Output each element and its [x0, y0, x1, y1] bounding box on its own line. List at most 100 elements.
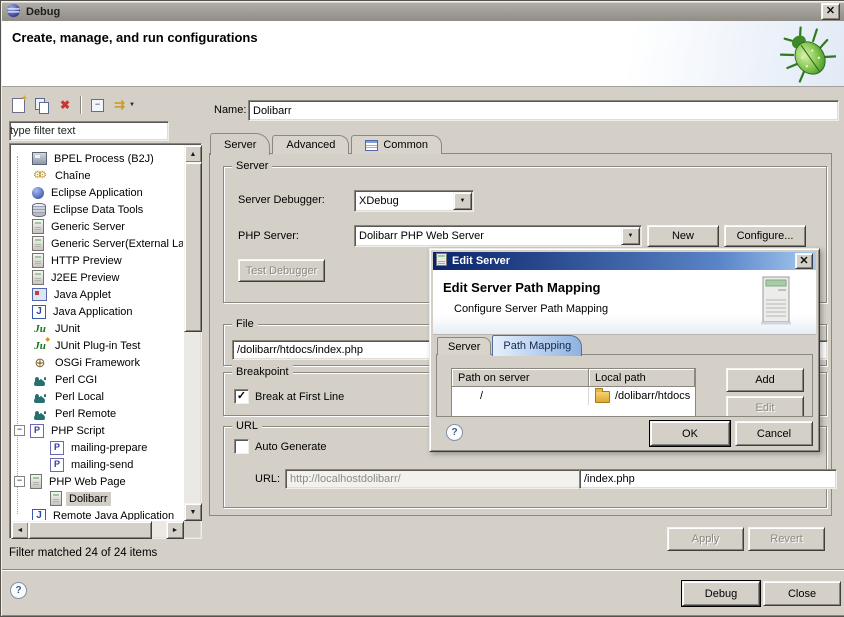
php-server-label: PHP Server:	[238, 230, 299, 242]
tab-label: Advanced	[286, 139, 335, 151]
add-mapping-button[interactable]: Add	[726, 368, 804, 392]
horizontal-scroll-thumb[interactable]	[28, 521, 152, 539]
name-input[interactable]: Dolibarr	[248, 100, 839, 121]
revert-button[interactable]: Revert	[748, 527, 825, 551]
dropdown-button[interactable]: ▼	[621, 227, 640, 245]
dialog-help-button[interactable]: ?	[446, 424, 463, 441]
dialog-titlebar[interactable]: Edit Server ✕	[433, 252, 816, 270]
dialog-tab-server[interactable]: Server	[437, 337, 491, 355]
vertical-scroll-thumb[interactable]	[184, 162, 202, 332]
collapse-all-button[interactable]: −	[88, 94, 107, 116]
tree-item-label: Dolibarr	[66, 492, 111, 506]
name-value: Dolibarr	[253, 105, 292, 117]
close-icon: ✕	[799, 255, 808, 268]
tree-item-label: BPEL Process (B2J)	[51, 152, 157, 166]
tree-item-php-web-page[interactable]: − PHP Web Page	[11, 473, 183, 490]
tree-item-generic-server[interactable]: Generic Server	[11, 218, 183, 235]
edit-mapping-button[interactable]: Edit	[726, 396, 804, 417]
auto-generate-row: Auto Generate	[234, 439, 327, 454]
tree-item-mailing-prepare[interactable]: mailing-prepare	[11, 439, 183, 456]
close-button[interactable]: Close	[763, 581, 841, 606]
column-local-path[interactable]: Local path	[589, 369, 695, 387]
dropdown-button[interactable]: ▼	[453, 192, 472, 210]
osgi-icon	[32, 356, 48, 370]
ok-button[interactable]: OK	[650, 421, 730, 446]
url-base-input[interactable]: http://localhostdolibarr/	[285, 469, 583, 489]
tree-item-eclipse-application[interactable]: Eclipse Application	[11, 184, 183, 201]
tree-horizontal-scrollbar[interactable]: ◄ ►	[11, 521, 184, 537]
dialog-tab-content: Path on server Local path / /dolibarr/ht…	[436, 354, 813, 417]
new-configuration-button[interactable]	[9, 94, 28, 116]
tree-item-label: J2EE Preview	[48, 271, 122, 285]
tree-item-perl-cgi[interactable]: Perl CGI	[11, 371, 183, 388]
break-first-line-checkbox[interactable]: ✓	[234, 389, 249, 404]
tree-item-java-application[interactable]: Java Application	[11, 303, 183, 320]
tab-server[interactable]: Server	[210, 133, 270, 155]
dialog-button-bar: ? OK Cancel	[430, 415, 819, 451]
scroll-down-button[interactable]: ▼	[184, 503, 202, 521]
php-server-select[interactable]: Dolibarr PHP Web Server ▼	[354, 225, 642, 247]
server-debugger-select[interactable]: XDebug ▼	[354, 190, 474, 212]
duplicate-configuration-button[interactable]	[32, 94, 53, 116]
tab-common[interactable]: Common	[351, 135, 442, 154]
php-server-value: Dolibarr PHP Web Server	[355, 226, 620, 246]
collapse-toggle-icon[interactable]: −	[14, 476, 25, 487]
tree-item-php-script[interactable]: − PHP Script	[11, 422, 183, 439]
table-row[interactable]: / /dolibarr/htdocs	[452, 387, 695, 405]
toolbar-separator	[80, 96, 81, 114]
tree-item-perl-local[interactable]: Perl Local	[11, 388, 183, 405]
tab-label: Server	[448, 341, 480, 353]
new-server-button[interactable]: New	[647, 225, 719, 247]
tree-item-cha-ne[interactable]: Chaîne	[11, 167, 183, 184]
tree-item-junit[interactable]: JUnit	[11, 320, 183, 337]
auto-generate-label: Auto Generate	[255, 441, 327, 453]
server-icon	[32, 253, 44, 268]
window-titlebar[interactable]: Debug ✕	[2, 2, 844, 21]
column-path-on-server[interactable]: Path on server	[452, 369, 589, 387]
dialog-tab-path-mapping[interactable]: Path Mapping	[492, 335, 582, 356]
scroll-left-button[interactable]: ◄	[11, 521, 29, 539]
filter-input[interactable]	[10, 122, 168, 140]
tree-item-http-preview[interactable]: HTTP Preview	[11, 252, 183, 269]
config-tab-bar: Server Advanced Common	[210, 133, 444, 154]
tree-vertical-scrollbar[interactable]: ▲ ▼	[184, 145, 200, 521]
tree-item-label: PHP Script	[48, 424, 108, 438]
window-close-button[interactable]: ✕	[821, 3, 840, 20]
local-path-value: /dolibarr/htdocs	[615, 390, 690, 402]
tree-item-generic-server-external-la[interactable]: Generic Server(External La	[11, 235, 183, 252]
help-button[interactable]: ?	[10, 582, 27, 599]
eclipse-app-icon	[32, 187, 44, 199]
debug-button[interactable]: Debug	[682, 581, 760, 606]
tab-label: Server	[224, 139, 256, 151]
tree-item-dolibarr[interactable]: Dolibarr	[11, 490, 183, 507]
tree-item-osgi-framework[interactable]: OSGi Framework	[11, 354, 183, 371]
configure-server-button[interactable]: Configure...	[724, 225, 806, 247]
break-first-line-row: ✓ Break at First Line	[234, 389, 344, 404]
scroll-up-button[interactable]: ▲	[184, 145, 202, 163]
server-icon	[30, 474, 42, 489]
tree-item-eclipse-data-tools[interactable]: Eclipse Data Tools	[11, 201, 183, 218]
junit-plugin-icon	[32, 339, 48, 353]
filter-configurations-button[interactable]: ⇉ ▼	[111, 94, 138, 116]
tree-item-mailing-send[interactable]: mailing-send	[11, 456, 183, 473]
dialog-close-button[interactable]: ✕	[795, 253, 813, 269]
tree-item-junit-plug-in-test[interactable]: JUnit Plug-in Test	[11, 337, 183, 354]
scroll-right-button[interactable]: ►	[166, 521, 184, 539]
tree-item-j2ee-preview[interactable]: J2EE Preview	[11, 269, 183, 286]
tree-item-bpel-process-b2j[interactable]: BPEL Process (B2J)	[11, 150, 183, 167]
tree-item-label: PHP Web Page	[46, 475, 129, 489]
url-path-input[interactable]: /index.php	[579, 469, 837, 489]
delete-configuration-button[interactable]: ✖	[57, 94, 73, 116]
filter-input-wrap	[9, 121, 169, 141]
auto-generate-checkbox[interactable]	[234, 439, 249, 454]
url-group-legend: URL	[232, 419, 262, 433]
php-file-icon	[50, 441, 64, 455]
tab-advanced[interactable]: Advanced	[272, 135, 349, 154]
cancel-button[interactable]: Cancel	[735, 421, 813, 446]
test-debugger-button[interactable]: Test Debugger	[238, 259, 325, 282]
apply-button[interactable]: Apply	[667, 527, 744, 551]
collapse-toggle-icon[interactable]: −	[14, 425, 25, 436]
tree-item-java-applet[interactable]: Java Applet	[11, 286, 183, 303]
tree-item-perl-remote[interactable]: Perl Remote	[11, 405, 183, 422]
tree-item-remote-java-application[interactable]: Remote Java Application	[11, 507, 183, 520]
